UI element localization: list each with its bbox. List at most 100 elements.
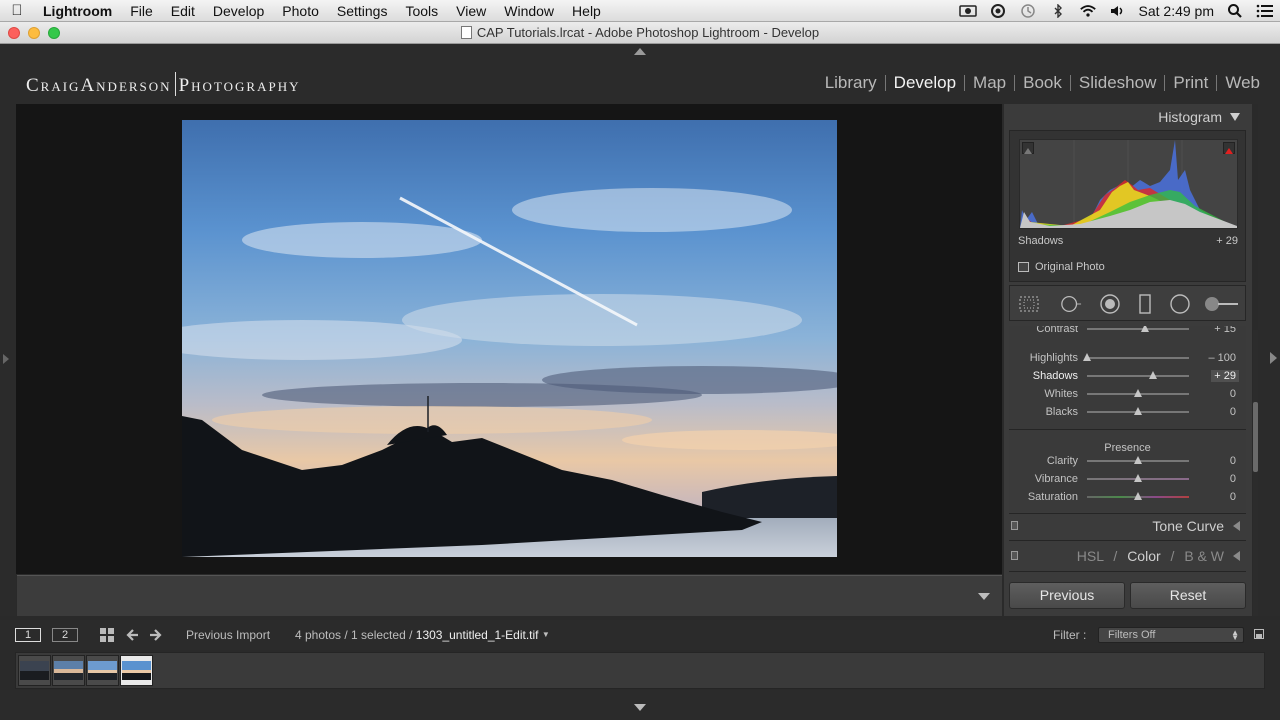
module-library[interactable]: Library: [817, 73, 885, 93]
clarity-slider[interactable]: Clarity 0: [1009, 452, 1246, 470]
highlight-clipping-indicator[interactable]: [1223, 142, 1235, 154]
contrast-track[interactable]: [1087, 328, 1189, 330]
back-arrow-icon[interactable]: [124, 627, 140, 646]
filter-lock-icon[interactable]: [1254, 629, 1264, 639]
contrast-value[interactable]: + 15: [1214, 326, 1236, 335]
selected-filename[interactable]: 1303_untitled_1-Edit.tif: [416, 628, 539, 642]
highlights-thumb[interactable]: [1083, 353, 1091, 361]
radial-filter-tool-icon[interactable]: [1169, 293, 1191, 315]
menu-tools[interactable]: Tools: [396, 3, 447, 19]
left-panel-expand-icon[interactable]: [3, 354, 9, 364]
saturation-slider[interactable]: Saturation 0: [1009, 488, 1246, 506]
blacks-slider[interactable]: Blacks 0: [1009, 403, 1246, 421]
shadows-track[interactable]: [1087, 375, 1189, 377]
menu-file[interactable]: File: [121, 3, 162, 19]
red-eye-tool-icon[interactable]: [1099, 293, 1121, 315]
shadows-slider[interactable]: Shadows + 29: [1009, 367, 1246, 385]
filter-dropdown[interactable]: Filters Off ▲ ▼: [1098, 627, 1244, 643]
highlights-track[interactable]: [1087, 357, 1189, 359]
filmstrip-thumbnail[interactable]: [86, 655, 119, 686]
histogram-graph[interactable]: [1019, 139, 1238, 229]
module-print[interactable]: Print: [1165, 73, 1216, 93]
whites-thumb[interactable]: [1134, 389, 1142, 397]
hsl-toggle-switch[interactable]: [1011, 551, 1018, 560]
photo-preview[interactable]: [182, 120, 837, 557]
filmstrip-collapse-icon[interactable]: [634, 704, 646, 711]
contrast-thumb[interactable]: [1141, 326, 1150, 332]
vibrance-value[interactable]: 0: [1230, 473, 1236, 485]
tone-curve-header[interactable]: Tone Curve: [1009, 513, 1246, 539]
menu-window[interactable]: Window: [495, 3, 563, 19]
forward-arrow-icon[interactable]: [148, 627, 164, 646]
menu-develop[interactable]: Develop: [204, 3, 273, 19]
clarity-thumb[interactable]: [1134, 456, 1142, 464]
spot-removal-tool-icon[interactable]: [1060, 293, 1082, 315]
tone-curve-toggle-switch[interactable]: [1011, 521, 1018, 530]
filename-dropdown-icon[interactable]: ▼: [542, 630, 550, 639]
saturation-value[interactable]: 0: [1230, 491, 1236, 503]
grid-view-icon[interactable]: [100, 628, 115, 645]
filmstrip-thumbnail[interactable]: [52, 655, 85, 686]
module-map[interactable]: Map: [965, 73, 1014, 93]
filmstrip-thumbnail[interactable]: [18, 655, 51, 686]
original-photo-checkbox[interactable]: [1018, 262, 1029, 272]
apple-icon[interactable]: : [0, 2, 34, 19]
whites-value[interactable]: 0: [1230, 388, 1236, 400]
menu-photo[interactable]: Photo: [273, 3, 328, 19]
crop-overlay-tool-icon[interactable]: [1018, 293, 1040, 315]
blacks-thumb[interactable]: [1134, 407, 1142, 415]
module-web[interactable]: Web: [1217, 73, 1268, 93]
blacks-value[interactable]: 0: [1230, 406, 1236, 418]
contrast-slider[interactable]: Contrast + 15: [1009, 326, 1246, 338]
module-slideshow[interactable]: Slideshow: [1071, 73, 1165, 93]
histogram-collapse-icon[interactable]: [1230, 113, 1240, 121]
shadows-value[interactable]: + 29: [1211, 370, 1239, 382]
creative-cloud-icon[interactable]: [989, 4, 1007, 18]
time-machine-icon[interactable]: [1019, 4, 1037, 18]
hsl-color-bw-header[interactable]: HSL / Color / B & W: [1009, 543, 1246, 569]
module-develop[interactable]: Develop: [886, 73, 964, 93]
color-tab[interactable]: Color: [1127, 548, 1160, 564]
saturation-thumb[interactable]: [1134, 492, 1142, 500]
original-photo-toggle[interactable]: Original Photo: [1018, 261, 1105, 273]
main-window-button[interactable]: 1: [15, 628, 41, 642]
menu-lightroom[interactable]: Lightroom: [34, 3, 121, 19]
module-book[interactable]: Book: [1015, 73, 1070, 93]
shadows-thumb[interactable]: [1148, 371, 1157, 379]
image-canvas[interactable]: [16, 104, 1002, 574]
histogram-header[interactable]: Histogram: [1004, 104, 1252, 130]
hsl-tab[interactable]: HSL: [1077, 548, 1104, 564]
hsl-expand-icon[interactable]: [1233, 551, 1240, 561]
right-panel-collapse-icon[interactable]: [1270, 352, 1277, 364]
histogram-readout-label: Shadows: [1018, 235, 1064, 247]
second-window-button[interactable]: 2: [52, 628, 78, 642]
bw-tab[interactable]: B & W: [1184, 548, 1224, 564]
menu-edit[interactable]: Edit: [162, 3, 204, 19]
menu-settings[interactable]: Settings: [328, 3, 397, 19]
adjustment-brush-tool-icon[interactable]: [1204, 293, 1240, 315]
menu-view[interactable]: View: [447, 3, 495, 19]
menu-help[interactable]: Help: [563, 3, 610, 19]
notification-center-icon[interactable]: [1256, 4, 1274, 18]
previous-button[interactable]: Previous: [1009, 582, 1125, 609]
camera-icon[interactable]: [958, 4, 977, 18]
highlights-value[interactable]: – 100: [1208, 352, 1236, 364]
vibrance-slider[interactable]: Vibrance 0: [1009, 470, 1246, 488]
reset-button[interactable]: Reset: [1130, 582, 1246, 609]
toolbar-content-dropdown-icon[interactable]: [978, 593, 990, 600]
menubar-clock[interactable]: Sat 2:49 pm: [1139, 3, 1215, 19]
filmstrip-source[interactable]: Previous Import: [186, 628, 270, 642]
clarity-value[interactable]: 0: [1230, 455, 1236, 467]
highlights-slider[interactable]: Highlights – 100: [1009, 349, 1246, 367]
wifi-icon[interactable]: [1079, 4, 1097, 18]
top-panel-collapse-icon[interactable]: [634, 48, 646, 55]
volume-icon[interactable]: [1109, 4, 1127, 18]
spotlight-search-icon[interactable]: [1226, 4, 1244, 18]
shadow-clipping-indicator[interactable]: [1022, 142, 1034, 154]
graduated-filter-tool-icon[interactable]: [1134, 293, 1156, 315]
vibrance-thumb[interactable]: [1134, 474, 1142, 482]
bluetooth-icon[interactable]: [1049, 4, 1067, 18]
filmstrip-thumbnail-selected[interactable]: [120, 655, 153, 686]
whites-slider[interactable]: Whites 0: [1009, 385, 1246, 403]
tone-curve-expand-icon[interactable]: [1233, 521, 1240, 531]
